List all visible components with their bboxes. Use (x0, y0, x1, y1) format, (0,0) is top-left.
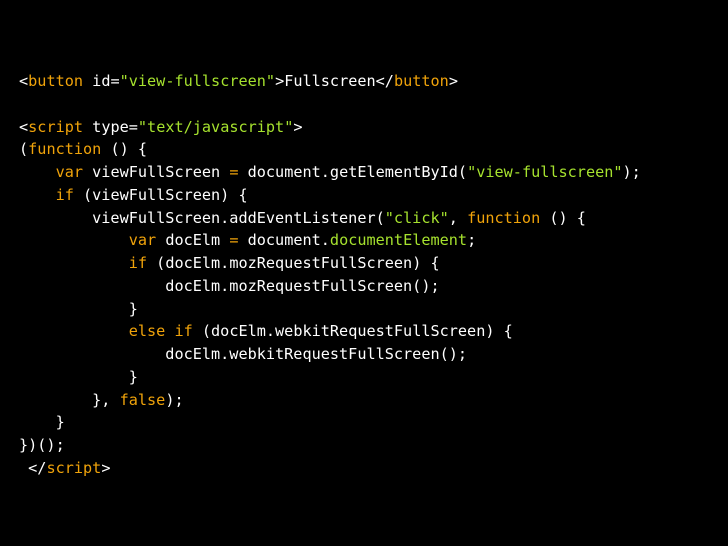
code-token-plain: (docElm.mozRequestFullScreen) { (147, 254, 440, 272)
code-token-plain: >Fullscreen</ (275, 72, 394, 90)
code-token-keyword: var (55, 163, 84, 181)
code-token-plain: ( (19, 140, 29, 159)
code-line: if (docElm.mozRequestFullScreen) { (19, 252, 719, 275)
code-line: else if (docElm.webkitRequestFullScreen)… (19, 320, 719, 343)
code-line: <button id="view-fullscreen">Fullscreen<… (19, 70, 719, 93)
code-token-plain: } (19, 299, 138, 318)
code-token-keyword: false (119, 390, 166, 409)
code-token-keyword: script (28, 117, 84, 136)
code-token-keyword: else if (128, 322, 193, 341)
code-token-keyword: if (128, 254, 148, 272)
code-line: </script> (19, 457, 719, 480)
code-token-string: "view-fullscreen" (119, 72, 276, 90)
code-line: var docElm = document.documentElement; (19, 229, 719, 252)
code-token-plain: docElm.mozRequestFullScreen(); (19, 276, 440, 295)
code-token-keyword: script (46, 458, 102, 477)
code-token-plain: (viewFullScreen) { (73, 185, 248, 204)
code-token-string: "text/javascript" (137, 117, 294, 136)
code-line: docElm.mozRequestFullScreen(); (19, 275, 719, 298)
code-token-string: "click" (384, 208, 449, 227)
code-token-keyword: button (393, 72, 449, 90)
code-line: docElm.webkitRequestFullScreen(); (19, 343, 719, 366)
code-token-plain: , (448, 208, 468, 227)
code-line: }, false); (19, 389, 719, 412)
code-token-plain: > (448, 72, 458, 90)
code-token-plain: </ (19, 458, 47, 477)
code-token-plain: > (293, 117, 303, 136)
code-token-keyword: function (28, 140, 102, 159)
code-token-plain: }, (19, 390, 120, 409)
code-token-plain: ); (165, 390, 184, 409)
code-token-keyword: function (467, 208, 541, 227)
code-line: if (viewFullScreen) { (19, 184, 719, 207)
code-line: } (19, 298, 719, 321)
code-line: })(); (19, 434, 719, 457)
code-token-plain: < (19, 117, 29, 136)
code-token-keyword: button (28, 72, 84, 90)
code-token-plain: < (19, 72, 29, 90)
code-token-string: documentElement (329, 231, 468, 250)
code-token-plain: () { (540, 208, 586, 227)
code-token-plain: } (19, 413, 65, 432)
code-token-keyword: if (55, 185, 74, 204)
code-line: } (19, 366, 719, 389)
code-line: var viewFullScreen = document.getElement… (19, 161, 719, 184)
code-line: (function () { (19, 138, 719, 161)
code-token-plain: docElm (156, 231, 230, 250)
code-token-string: "view-fullscreen" (467, 163, 623, 181)
code-token-plain: } (19, 367, 138, 386)
code-token-plain: viewFullScreen (83, 163, 230, 181)
code-token-plain: })(); (19, 436, 65, 454)
code-token-plain: id= (83, 72, 120, 90)
code-token-plain: document.getElementById( (238, 163, 468, 181)
code-token-plain: (docElm.webkitRequestFullScreen) { (192, 322, 513, 341)
code-token-plain: ; (467, 231, 477, 250)
code-token-plain: type= (83, 117, 138, 136)
code-token-plain: docElm.webkitRequestFullScreen(); (19, 345, 468, 363)
code-slide: <button id="view-fullscreen">Fullscreen<… (0, 0, 728, 546)
code-block: <button id="view-fullscreen">Fullscreen<… (19, 70, 719, 480)
code-token-plain: () { (101, 140, 148, 159)
code-token-plain: > (101, 458, 111, 477)
code-token-keyword: var (128, 231, 157, 250)
code-token-plain: viewFullScreen.addEventListener( (19, 208, 385, 227)
code-line: <script type="text/javascript"> (19, 116, 719, 139)
code-token-plain: document. (238, 231, 330, 250)
code-token-plain: ); (622, 163, 641, 181)
code-line: viewFullScreen.addEventListener("click",… (19, 207, 719, 230)
code-line: } (19, 411, 719, 434)
